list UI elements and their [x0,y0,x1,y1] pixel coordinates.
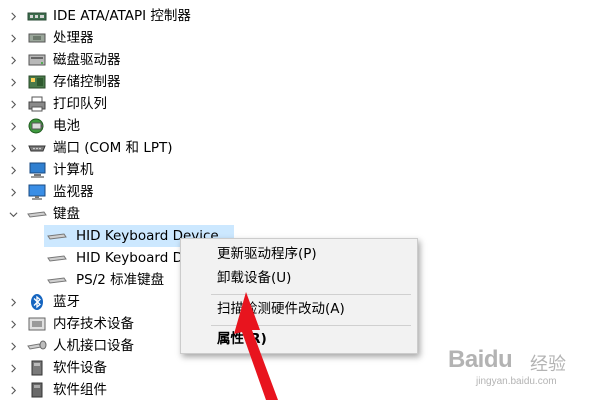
battery-icon [26,115,48,137]
menu-item-scan-hardware[interactable]: 扫描检测硬件改动(A) [181,297,417,321]
storage-controller-icon [26,71,48,93]
tree-item-label: 软件组件 [53,382,107,398]
keyboard-icon [46,247,68,269]
tree-item-label: 磁盘驱动器 [53,52,121,68]
tree-item-processor[interactable]: 处理器 [0,27,200,49]
tree-item-bluetooth[interactable]: 蓝牙 [0,291,170,313]
tree-item-label: 蓝牙 [53,294,80,310]
processor-icon [26,27,48,49]
tree-item-print-queue[interactable]: 打印队列 [0,93,200,115]
print-queue-icon [26,93,48,115]
menu-separator [211,325,411,326]
tree-item-label: 存储控制器 [53,74,121,90]
watermark: Baidu 经验 jingyan.baidu.com [446,342,586,392]
tree-item-computer[interactable]: 计算机 [0,159,200,181]
tree-item-software-device[interactable]: 软件设备 [0,357,170,379]
tree-item-hid[interactable]: 人机接口设备 [0,335,170,357]
tree-item-label: 处理器 [53,30,94,46]
port-icon [26,137,48,159]
tree-item-keyboard[interactable]: 键盘 [0,203,200,225]
ide-controller-icon [26,5,48,27]
chevron-right-icon[interactable] [6,49,20,71]
tree-item-software-component[interactable]: 软件组件 [0,379,170,400]
hid-icon [26,335,48,357]
tree-item-monitor[interactable]: 监视器 [0,181,200,203]
chevron-down-icon[interactable] [6,203,20,225]
memory-device-icon [26,313,48,335]
chevron-right-icon[interactable] [6,291,20,313]
chevron-right-icon[interactable] [6,181,20,203]
keyboard-icon [46,225,68,247]
tree-item-port[interactable]: 端口 (COM 和 LPT) [0,137,220,159]
monitor-icon [26,181,48,203]
tree-item-battery[interactable]: 电池 [0,115,200,137]
chevron-right-icon[interactable] [6,115,20,137]
watermark-url: jingyan.baidu.com [476,376,557,387]
chevron-right-icon[interactable] [6,93,20,115]
menu-separator [211,294,411,295]
computer-icon [26,159,48,181]
device-manager-window: IDE ATA/ATAPI 控制器 处理器 磁盘驱动器 存储控制器 打印队列 电… [0,0,600,400]
keyboard-icon [46,269,68,291]
menu-item-properties[interactable]: 属性(R) [181,327,417,351]
disk-drive-icon [26,49,48,71]
watermark-brand: Baidu [448,346,513,373]
tree-item-label: 打印队列 [53,96,107,112]
chevron-right-icon[interactable] [6,5,20,27]
tree-item-disk-drive[interactable]: 磁盘驱动器 [0,49,200,71]
tree-item-label: 监视器 [53,184,94,200]
chevron-right-icon[interactable] [6,71,20,93]
tree-item-label: IDE ATA/ATAPI 控制器 [53,8,191,24]
menu-item-update-driver[interactable]: 更新驱动程序(P) [181,242,417,266]
context-menu: 更新驱动程序(P) 卸载设备(U) 扫描检测硬件改动(A) 属性(R) [180,238,418,354]
tree-item-label: 软件设备 [53,360,107,376]
tree-item-label: 键盘 [53,206,80,222]
chevron-right-icon[interactable] [6,379,20,400]
chevron-right-icon[interactable] [6,27,20,49]
chevron-right-icon[interactable] [6,335,20,357]
tree-item-ide-controller[interactable]: IDE ATA/ATAPI 控制器 [0,5,260,27]
chevron-right-icon[interactable] [6,159,20,181]
menu-item-uninstall-device[interactable]: 卸载设备(U) [181,266,417,290]
tree-item-label: 端口 (COM 和 LPT) [53,140,173,156]
tree-item-label: 计算机 [53,162,94,178]
tree-item-label: 内存技术设备 [53,316,134,332]
watermark-brand-cn: 经验 [530,354,566,375]
tree-item-label: 电池 [53,118,80,134]
tree-item-memory-device[interactable]: 内存技术设备 [0,313,170,335]
keyboard-icon [26,203,48,225]
chevron-right-icon[interactable] [6,137,20,159]
tree-item-label: 人机接口设备 [53,338,134,354]
tree-item-label: PS/2 标准键盘 [76,272,165,288]
software-device-icon [26,357,48,379]
chevron-right-icon[interactable] [6,313,20,335]
tree-item-storage-controller[interactable]: 存储控制器 [0,71,200,93]
chevron-right-icon[interactable] [6,357,20,379]
software-component-icon [26,379,48,400]
bluetooth-icon [26,291,48,313]
